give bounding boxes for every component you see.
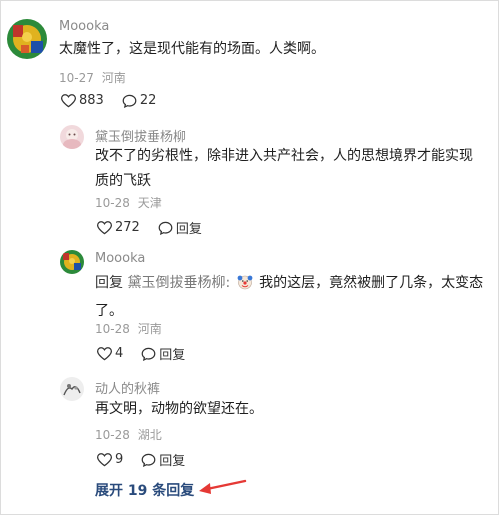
speech-bubble-icon	[158, 221, 173, 235]
reply-text-line: 改不了的劣根性，除非进入共产社会，人的思想境界才能实现	[95, 148, 473, 164]
username[interactable]: 黛玉倒拔垂杨柳	[95, 126, 186, 145]
username[interactable]: Moooka	[59, 19, 109, 34]
reply-date: 10-28	[95, 428, 130, 442]
reply-count-button[interactable]: 22	[122, 93, 157, 108]
reply-text: 回复 黛玉倒拔垂杨柳: 我的这层，竟然被删了几条，太变态 了。	[95, 271, 495, 324]
reply-target-user[interactable]: 黛玉倒拔垂杨柳:	[127, 275, 230, 291]
comment-meta: 10-27 河南	[59, 69, 126, 86]
reply-date: 10-28	[95, 322, 130, 336]
reply-button[interactable]: 回复	[141, 450, 185, 469]
like-button[interactable]: 272	[97, 220, 140, 235]
like-button[interactable]: 9	[97, 452, 123, 467]
reply-text-line: 质的飞跃	[95, 173, 151, 189]
clown-face-icon	[237, 274, 253, 299]
avatar[interactable]	[60, 250, 84, 274]
reply-actions: 272 回复	[97, 218, 220, 237]
reply-actions: 9 回复	[97, 450, 203, 469]
reply-text: 改不了的劣根性，除非进入共产社会，人的思想境界才能实现 质的飞跃	[95, 144, 495, 194]
reply-button-label: 回复	[159, 454, 186, 469]
reply-text-main: 我的这层，竟然被删了几条，太变态	[259, 275, 484, 291]
comment-location: 河南	[101, 71, 126, 85]
heart-outline-icon	[97, 346, 112, 360]
reply-date: 10-28	[95, 196, 130, 210]
speech-bubble-icon	[141, 347, 156, 361]
reply-location: 湖北	[137, 428, 162, 442]
like-button[interactable]: 883	[61, 93, 104, 108]
like-count: 4	[115, 346, 124, 361]
red-arrow	[199, 479, 247, 494]
reply-text-line: 再文明，动物的欲望还在。	[95, 401, 263, 417]
reply-button[interactable]: 回复	[158, 218, 202, 237]
reply-meta: 10-28 湖北	[95, 426, 162, 443]
comment-text: 太魔性了，这是现代能有的场面。人类啊。	[59, 41, 325, 57]
like-count: 272	[115, 220, 140, 235]
like-button[interactable]: 4	[97, 346, 123, 361]
reply-meta: 10-28 河南	[95, 320, 162, 337]
reply-location: 河南	[137, 322, 162, 336]
avatar[interactable]	[60, 125, 84, 149]
reply-button[interactable]: 回复	[141, 344, 185, 363]
reply-meta: 10-28 天津	[95, 194, 162, 211]
comment-thread: Moooka 太魔性了，这是现代能有的场面。人类啊。 10-27 河南 883 …	[0, 0, 499, 515]
heart-outline-icon	[97, 220, 112, 234]
avatar[interactable]	[60, 377, 84, 401]
reply-prefix: 回复	[95, 275, 123, 291]
reply-count: 22	[139, 93, 157, 108]
heart-outline-icon	[97, 452, 112, 466]
heart-outline-icon	[61, 93, 76, 107]
speech-bubble-icon	[122, 94, 137, 108]
expand-replies-link[interactable]: 展开 19 条回复	[95, 480, 194, 500]
reply-button-label: 回复	[175, 222, 202, 237]
comment-actions: 883 22	[61, 93, 174, 108]
reply-button-label: 回复	[159, 348, 186, 363]
speech-bubble-icon	[141, 453, 156, 467]
comment-date: 10-27	[59, 71, 94, 85]
reply-actions: 4 回复	[97, 344, 203, 363]
like-count: 9	[115, 452, 124, 467]
username[interactable]: 动人的秋裤	[95, 378, 160, 397]
reply-text-line: 回复 黛玉倒拔垂杨柳: 我的这层，竟然被删了几条，太变态	[95, 271, 495, 299]
like-count: 883	[79, 93, 104, 108]
reply-location: 天津	[137, 196, 162, 210]
username[interactable]: Moooka	[95, 251, 145, 266]
avatar[interactable]	[7, 19, 47, 59]
reply-text: 再文明，动物的欲望还在。	[95, 397, 495, 422]
